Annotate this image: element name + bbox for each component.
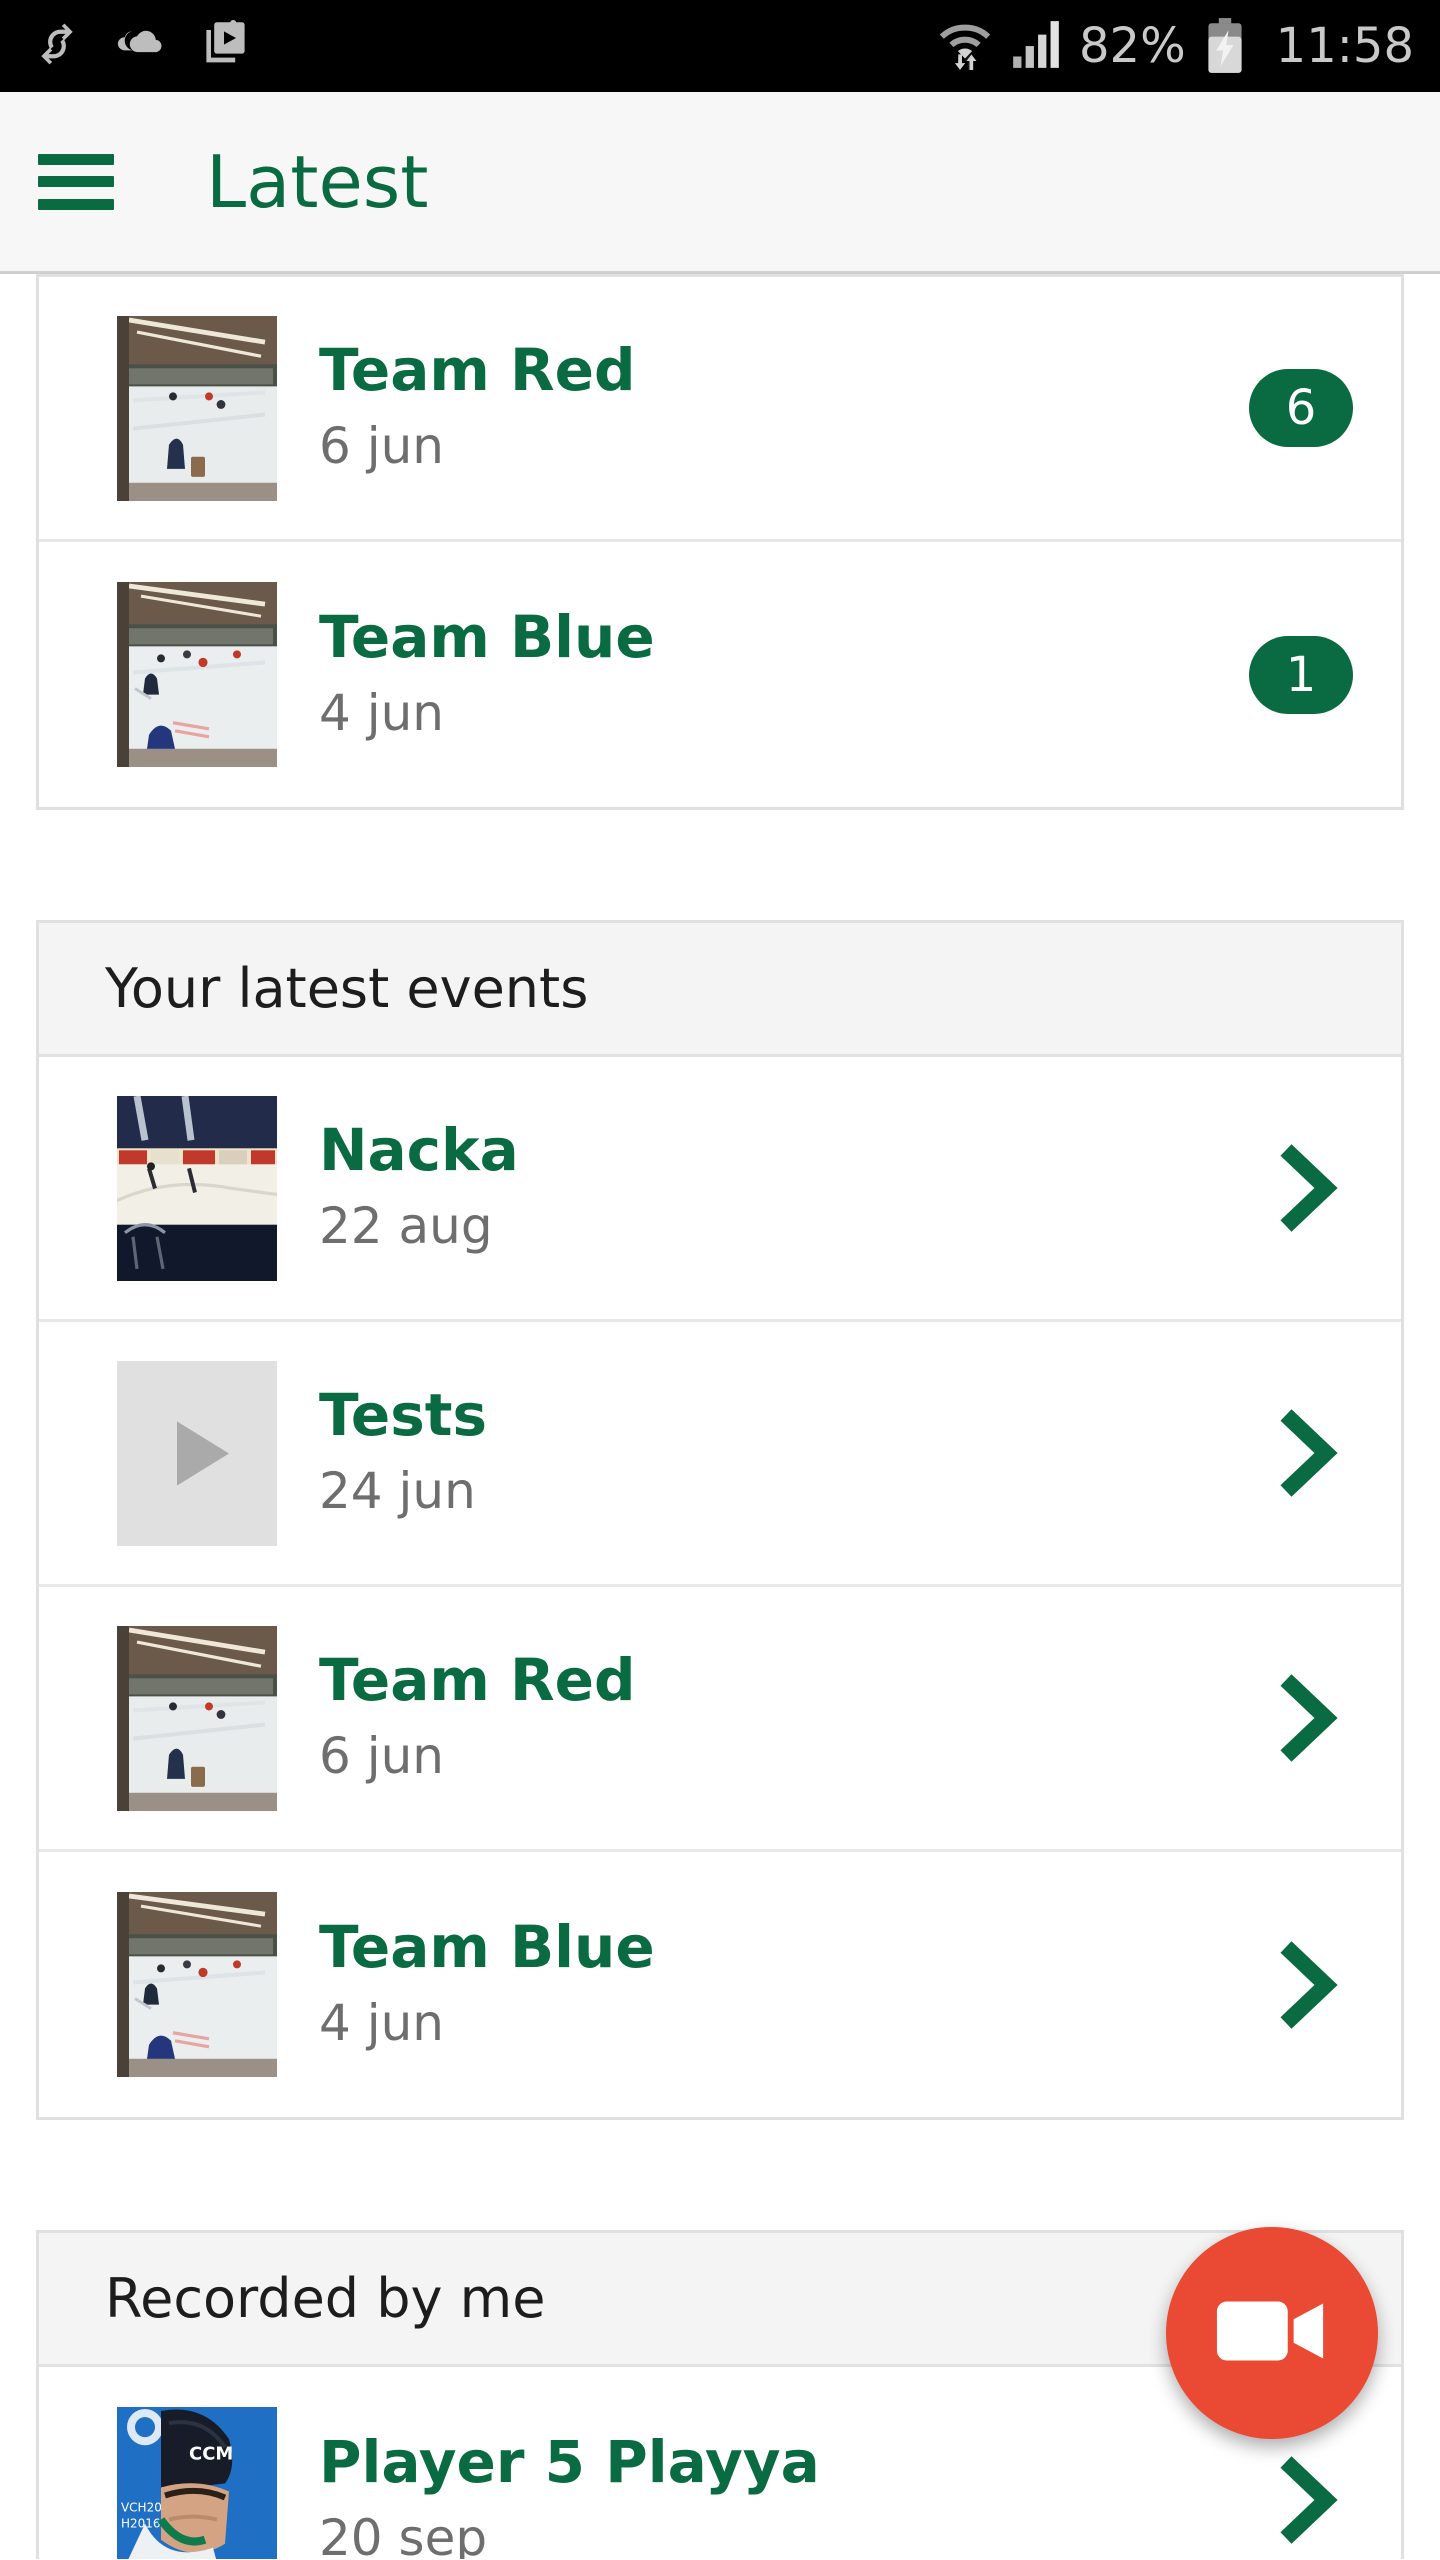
- row-title: Team Blue: [319, 602, 655, 671]
- hockey-player-photo: VCH2016 H2016.COM CCM: [117, 2407, 277, 2559]
- row-date: 4 jun: [319, 1993, 444, 2052]
- play-placeholder: [117, 1360, 277, 1546]
- table-row[interactable]: Team Red 6 jun: [39, 1587, 1401, 1852]
- record-video-fab[interactable]: [1166, 2227, 1378, 2439]
- row-date: 6 jun: [319, 1727, 444, 1786]
- status-badge: 1: [1249, 635, 1353, 714]
- row-title: Player 5 Playya: [319, 2427, 820, 2496]
- table-row[interactable]: Nacka 22 aug: [39, 1057, 1401, 1322]
- row-date: 4 jun: [319, 683, 444, 742]
- section-header-label: Recorded by me: [105, 2266, 546, 2330]
- ice-rink-photo: [117, 315, 277, 501]
- video-clipboard-icon: [204, 19, 252, 73]
- row-title: Nacka: [319, 1116, 519, 1185]
- ice-rink-photo: [117, 582, 277, 767]
- scroll-content[interactable]: Team Red 6 jun 6 Team Blue 4 jun 1 Your …: [0, 274, 1440, 2559]
- cloud-icon: [116, 21, 168, 71]
- sync-icon: [34, 21, 80, 71]
- table-row[interactable]: Team Blue 4 jun 1: [39, 542, 1401, 807]
- app-bar: Latest: [0, 92, 1440, 274]
- row-date: 6 jun: [319, 417, 444, 476]
- hamburger-menu-icon[interactable]: [38, 153, 114, 210]
- section-header-label: Your latest events: [105, 956, 589, 1020]
- row-content: Team Red 6 jun: [319, 338, 1249, 477]
- wifi-icon: [937, 17, 993, 75]
- chevron-right-icon[interactable]: [1269, 1672, 1339, 1764]
- ice-rink-photo: [117, 1892, 277, 2077]
- battery-percent-label: 82%: [1078, 18, 1186, 74]
- hamburger-bar: [38, 176, 114, 187]
- battery-charging-icon: [1204, 17, 1246, 75]
- row-date: 20 sep: [319, 2508, 488, 2559]
- table-row[interactable]: Tests 24 jun: [39, 1322, 1401, 1587]
- section-latest-events: Your latest events Nacka 22 aug Tests 24…: [36, 920, 1404, 2120]
- row-content: Team Blue 4 jun: [319, 1912, 1269, 2054]
- hamburger-bar: [38, 198, 114, 210]
- chevron-right-icon[interactable]: [1269, 1939, 1339, 2031]
- row-content: Team Red 6 jun: [319, 1648, 1269, 1787]
- status-notification-icons: [34, 19, 252, 73]
- row-content: Team Blue 4 jun: [319, 602, 1249, 744]
- row-title: Team Red: [319, 1646, 636, 1715]
- chevron-right-icon[interactable]: [1269, 2454, 1339, 2546]
- section-header: Your latest events: [39, 923, 1401, 1057]
- chevron-right-icon[interactable]: [1269, 1407, 1339, 1499]
- ice-rink-photo: [117, 1625, 277, 1811]
- row-title: Team Red: [319, 336, 636, 405]
- table-row[interactable]: Team Red 6 jun 6: [39, 277, 1401, 542]
- row-content: Player 5 Playya 20 sep: [319, 2427, 1269, 2559]
- hamburger-bar: [38, 153, 114, 165]
- chevron-right-icon[interactable]: [1269, 1142, 1339, 1234]
- status-bar: 82% 11:58: [0, 0, 1440, 92]
- page-title: Latest: [206, 139, 429, 224]
- status-badge: 6: [1249, 369, 1353, 447]
- video-camera-icon: [1213, 2293, 1331, 2373]
- status-system-icons: 82% 11:58: [937, 17, 1414, 75]
- row-content: Tests 24 jun: [319, 1383, 1269, 1522]
- clock-label: 11:58: [1275, 18, 1414, 74]
- section-top-list: Team Red 6 jun 6 Team Blue 4 jun 1: [36, 274, 1404, 810]
- row-title: Tests: [319, 1381, 487, 1450]
- signal-bars-icon: [1009, 18, 1063, 74]
- hockey-rink-photo: [117, 1095, 277, 1281]
- svg-text:CCM: CCM: [189, 2443, 233, 2464]
- row-date: 24 jun: [319, 1462, 476, 1521]
- row-date: 22 aug: [319, 1197, 493, 1256]
- table-row[interactable]: Team Blue 4 jun: [39, 1852, 1401, 2117]
- row-title: Team Blue: [319, 1912, 655, 1981]
- row-content: Nacka 22 aug: [319, 1118, 1269, 1257]
